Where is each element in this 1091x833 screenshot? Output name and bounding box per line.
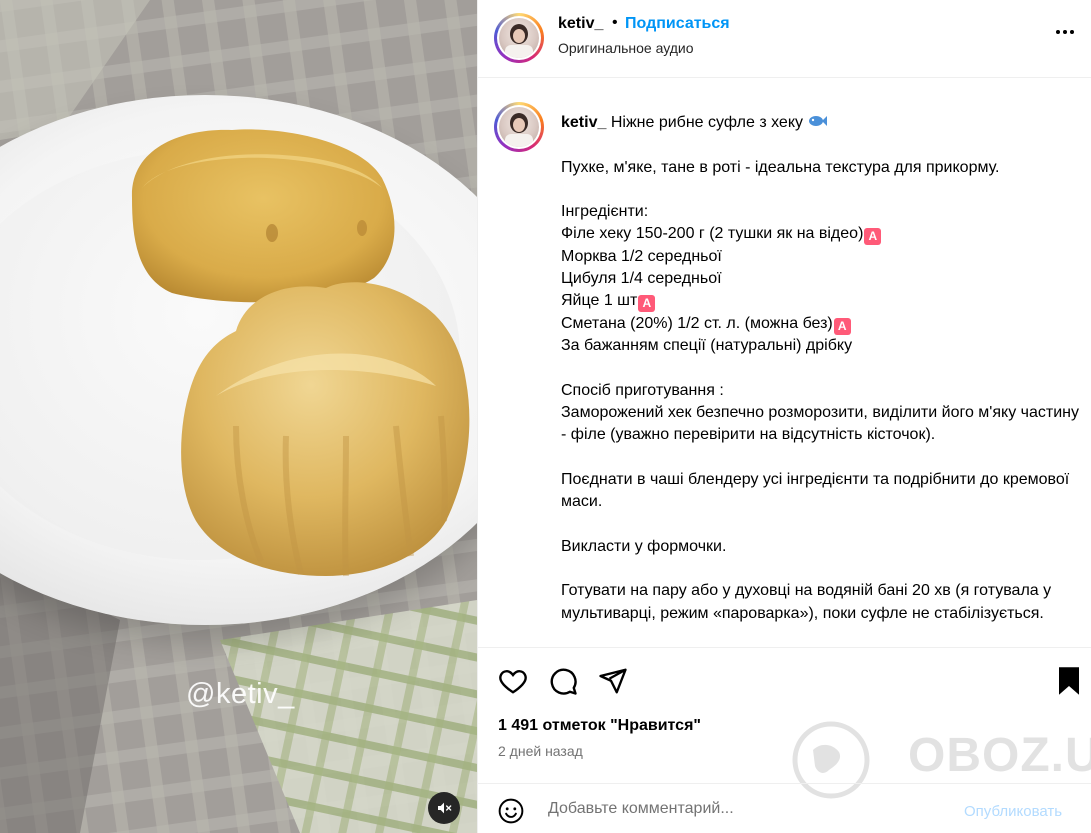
caption-username[interactable]: ketiv_ (561, 114, 606, 131)
site-watermark-text: OBOZ.UA (908, 729, 1091, 782)
mute-button[interactable] (428, 792, 460, 824)
comment-input[interactable] (548, 798, 948, 820)
caption-text: ketiv_ Ніжне рибне суфле з хеку Пухке, м… (561, 112, 1081, 625)
author-username[interactable]: ketiv_ (558, 15, 603, 33)
warning-emoji-icon: A (864, 228, 882, 246)
bookmark-icon[interactable] (1056, 666, 1082, 696)
speaker-muted-icon (438, 802, 452, 814)
comment-icon[interactable] (548, 666, 578, 696)
smiley-icon[interactable] (498, 798, 524, 824)
post-media[interactable]: @ketiv_ (0, 0, 477, 833)
caption-intro: Пухке, м'яке, тане в роті - ідеальна тек… (561, 158, 1000, 176)
post-panel: ketiv_ • Подписаться Оригинальное аудио … (477, 0, 1091, 833)
audio-link[interactable]: Оригинальное аудио (558, 40, 694, 56)
post-timestamp[interactable]: 2 дней назад (498, 743, 583, 759)
post-header: ketiv_ • Подписаться Оригинальное аудио (478, 0, 1091, 78)
publish-button[interactable]: Опубликовать (964, 803, 1062, 820)
caption-area[interactable]: ketiv_ Ніжне рибне суфле з хеку Пухке, м… (478, 79, 1091, 648)
method-step-4: Готувати на пару або у духовці на водяні… (561, 582, 1056, 622)
caption-title: Ніжне рибне суфле з хеку (610, 114, 803, 131)
ingredients-heading: Інгредієнти: (561, 203, 649, 221)
more-dots-icon (1056, 30, 1060, 34)
warning-emoji-icon: A (638, 295, 656, 313)
follow-button[interactable]: Подписаться (625, 15, 730, 33)
avatar-photo (505, 113, 533, 147)
method-step-3: Викласти у формочки. (561, 537, 727, 555)
share-icon[interactable] (598, 666, 628, 696)
ingredient-2: Морква 1/2 середньої (561, 247, 722, 265)
method-step-2: Поєднати в чаші блендеру усі інгредієнти… (561, 470, 1074, 511)
ingredient-4: Яйце 1 шт (561, 292, 638, 310)
caption-avatar[interactable] (494, 102, 544, 152)
method-heading: Спосіб приготування : (561, 381, 724, 399)
fish-souffle-front (181, 282, 470, 577)
comment-bar: Опубликовать (478, 783, 1091, 833)
ingredient-5: Сметана (20%) 1/2 ст. л. (можна без) (561, 314, 833, 332)
video-watermark: @ketiv_ (186, 678, 295, 710)
ingredient-6: За бажанням спеції (натуральні) дрібку (561, 336, 853, 354)
more-options-button[interactable] (1056, 30, 1074, 34)
warning-emoji-icon: A (833, 317, 851, 335)
ingredient-3: Цибуля 1/4 середньої (561, 270, 722, 288)
header-separator: • (612, 14, 618, 31)
like-count[interactable]: 1 491 отметок "Нравится" (498, 717, 701, 735)
action-bar (478, 650, 1091, 710)
heart-icon[interactable] (498, 666, 528, 696)
author-avatar[interactable] (494, 13, 544, 63)
ingredient-1: Філе хеку 150-200 г (2 тушки як на відео… (561, 225, 864, 243)
method-step-1: Заморожений хек безпечно розморозити, ви… (561, 403, 1084, 444)
fish-emoji-icon (809, 116, 828, 126)
avatar-photo (505, 24, 533, 58)
